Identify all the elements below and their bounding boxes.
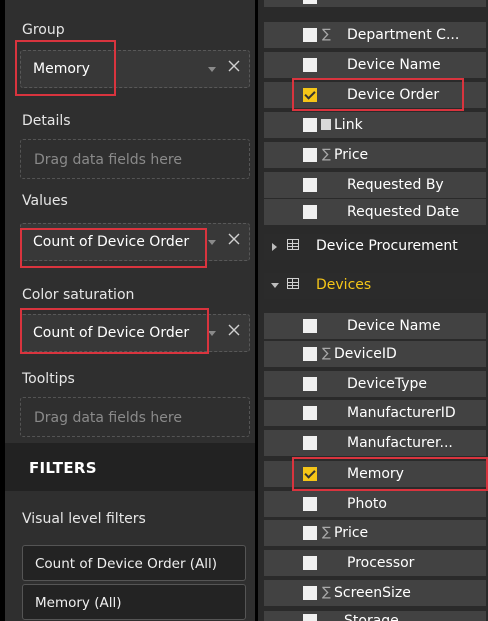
table-icon	[287, 278, 299, 289]
checkbox[interactable]	[303, 58, 317, 72]
field-label: Photo	[347, 496, 387, 512]
chevron-right-icon[interactable]	[272, 243, 277, 251]
checkbox[interactable]	[303, 178, 317, 192]
checkbox[interactable]	[303, 28, 317, 42]
color-saturation-label: Color saturation	[22, 287, 135, 303]
field-row[interactable]: Manufacturer...	[264, 430, 486, 456]
checkbox[interactable]	[303, 148, 317, 162]
sigma-icon: ∑	[322, 525, 331, 540]
field-label: Department C...	[347, 27, 460, 43]
table-row-device-procurement[interactable]: Device Procurement	[264, 234, 486, 260]
link-icon	[321, 119, 331, 130]
sigma-icon: ∑	[322, 147, 331, 162]
checkbox[interactable]	[303, 586, 317, 600]
annotation-highlight	[292, 78, 464, 111]
annotation-highlight	[292, 457, 488, 491]
details-label: Details	[22, 113, 71, 129]
tooltips-well[interactable]: Drag data fields here	[20, 397, 250, 437]
field-row[interactable]: DeviceType	[264, 371, 486, 397]
checkbox[interactable]	[303, 406, 317, 420]
checkbox[interactable]	[303, 614, 317, 621]
field-label: Price	[334, 525, 369, 541]
table-icon	[287, 239, 299, 250]
checkbox[interactable]	[303, 118, 317, 132]
filter-card[interactable]: Count of Device Order (All)	[22, 545, 246, 581]
field-row[interactable]: ∑ ScreenSize	[264, 580, 486, 606]
checkbox[interactable]	[303, 205, 317, 219]
sigma-icon: ∑	[322, 27, 331, 42]
tooltips-label: Tooltips	[22, 371, 75, 387]
field-row[interactable]: ManufacturerID	[264, 400, 486, 426]
group-label: Group	[22, 22, 65, 38]
sigma-icon: ∑	[322, 585, 331, 600]
field-label: Link	[334, 117, 363, 133]
field-label: DeviceType	[347, 376, 428, 392]
filter-card-label: Count of Device Order (All)	[35, 556, 218, 572]
checkbox[interactable]	[303, 0, 317, 4]
tooltips-placeholder: Drag data fields here	[34, 410, 182, 426]
field-label: ScreenSize	[334, 585, 411, 601]
field-label: ManufacturerID	[347, 405, 456, 421]
field-row[interactable]: Photo	[264, 491, 486, 517]
checkbox[interactable]	[303, 436, 317, 450]
chevron-down-icon[interactable]	[208, 240, 216, 245]
field-row[interactable]: ∑ Price	[264, 142, 486, 168]
field-wells-pane: Group Memory Details Drag data fields he…	[5, 0, 255, 621]
annotation-highlight	[20, 228, 207, 268]
table-row-devices[interactable]: Devices	[264, 273, 486, 299]
field-row[interactable]: Requested By	[264, 172, 486, 198]
sigma-icon: ∑	[322, 346, 331, 361]
field-label: Manufacturer...	[347, 435, 453, 451]
field-row[interactable]: Processor	[264, 550, 486, 576]
visual-level-filters-label: Visual level filters	[22, 511, 146, 527]
chevron-down-icon[interactable]	[271, 283, 279, 288]
field-row-partial	[264, 0, 486, 7]
field-row-partial[interactable]: Storage	[264, 611, 486, 621]
values-label: Values	[22, 193, 68, 209]
field-row[interactable]: Link	[264, 112, 486, 138]
close-icon[interactable]	[227, 232, 241, 246]
close-icon[interactable]	[227, 59, 241, 73]
annotation-highlight	[20, 308, 209, 354]
fields-pane: ∑ Department C... Device Name Device Ord…	[258, 0, 488, 621]
field-label: Storage	[344, 613, 399, 621]
field-row[interactable]: Device Name	[264, 313, 486, 339]
field-label: Processor	[347, 555, 415, 571]
field-label: Requested Date	[347, 204, 460, 220]
filter-card-label: Memory (All)	[35, 595, 122, 611]
filter-card[interactable]: Memory (All)	[22, 584, 246, 620]
filters-header: FILTERS	[5, 443, 255, 491]
annotation-highlight	[15, 40, 116, 96]
field-row[interactable]: ∑ DeviceID	[264, 341, 486, 367]
field-label: DeviceID	[334, 346, 397, 362]
filters-title: FILTERS	[29, 459, 97, 477]
field-row[interactable]: ∑ Price	[264, 520, 486, 546]
checkbox[interactable]	[303, 497, 317, 511]
table-label: Devices	[316, 277, 372, 293]
checkbox[interactable]	[303, 319, 317, 333]
checkbox[interactable]	[303, 347, 317, 361]
field-label: Device Name	[347, 318, 441, 334]
checkbox[interactable]	[303, 526, 317, 540]
chevron-down-icon[interactable]	[208, 331, 216, 336]
table-label: Device Procurement	[316, 238, 458, 254]
field-row[interactable]: ∑ Department C...	[264, 22, 486, 48]
field-label: Price	[334, 147, 369, 163]
details-well[interactable]: Drag data fields here	[20, 139, 250, 179]
details-placeholder: Drag data fields here	[34, 152, 182, 168]
checkbox[interactable]	[303, 556, 317, 570]
chevron-down-icon[interactable]	[208, 67, 216, 72]
field-label: Requested By	[347, 177, 444, 193]
field-row[interactable]: Requested Date	[264, 199, 486, 225]
close-icon[interactable]	[227, 323, 241, 337]
field-label: Device Name	[347, 57, 441, 73]
checkbox[interactable]	[303, 377, 317, 391]
field-row[interactable]: Device Name	[264, 52, 486, 78]
